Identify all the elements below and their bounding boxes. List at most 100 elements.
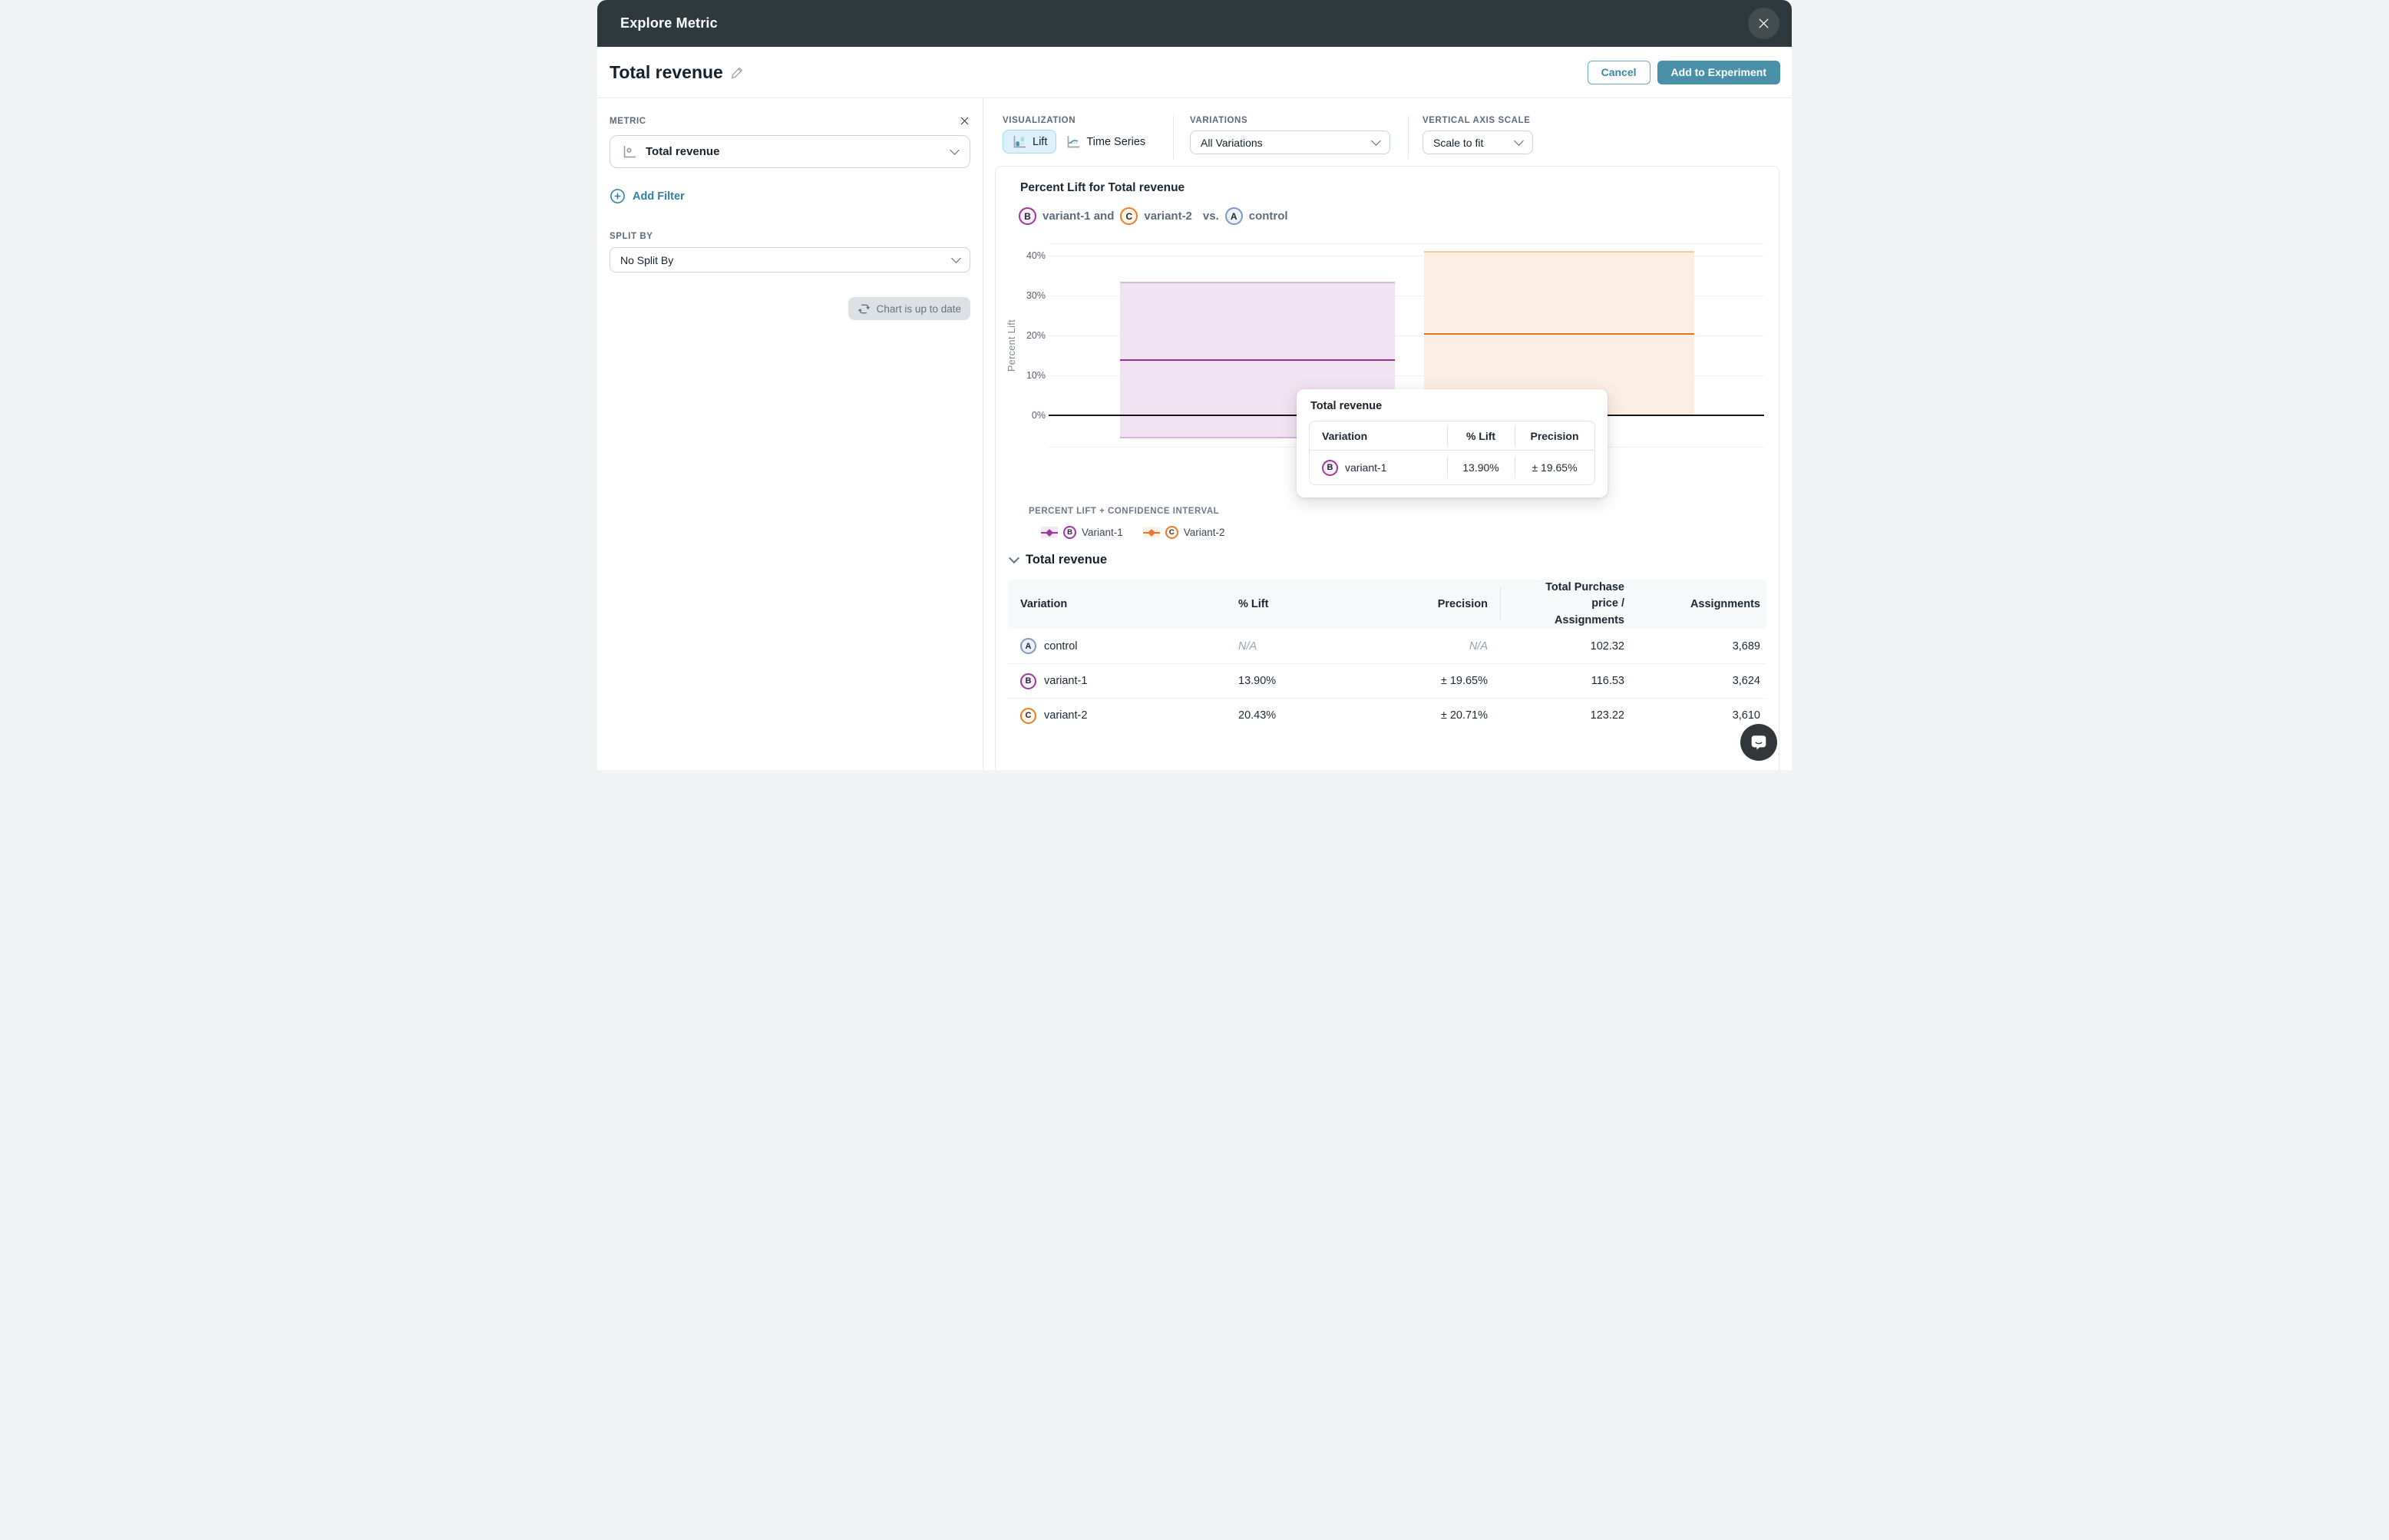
chart-status-label: Chart is up to date — [877, 303, 961, 315]
pencil-icon — [730, 65, 745, 80]
time-series-chart-icon — [1066, 134, 1081, 150]
metric-section-label: METRIC — [610, 117, 646, 126]
tooltip-col-variation: Variation — [1310, 430, 1447, 442]
chevron-down-icon — [1514, 136, 1524, 146]
col-value: Total Purchase price / Assignments — [1500, 580, 1637, 628]
ci-swatch-orange-icon — [1143, 527, 1160, 538]
subtitle-text: control — [1249, 210, 1288, 223]
chart-panel: VISUALIZATION Lift Time Seri — [983, 98, 1792, 770]
refresh-icon — [857, 302, 871, 316]
chevron-down-icon — [1009, 553, 1019, 563]
assignments-value: 3,624 — [1637, 675, 1766, 687]
variant-b-badge: B — [1020, 673, 1036, 689]
legend-item-variant-2[interactable]: C Variant-2 — [1143, 526, 1225, 539]
edit-metric-name-button[interactable] — [730, 65, 745, 80]
metric-icon — [622, 144, 637, 160]
table-row-variant-2: C variant-2 20.43% ± 20.71% 123.22 3,610 — [1008, 698, 1766, 732]
results-section-title: Total revenue — [1026, 553, 1107, 567]
precision-value: ± 20.71% — [1364, 709, 1500, 722]
results-table-header: Variation % Lift Precision Total Purchas… — [1008, 580, 1766, 629]
tooltip-title: Total revenue — [1310, 400, 1595, 412]
modal-title: Explore Metric — [620, 15, 718, 31]
add-filter-button[interactable]: Add Filter — [610, 188, 685, 204]
variant-c-badge: C — [1120, 207, 1138, 225]
col-lift: % Lift — [1226, 598, 1364, 610]
split-by-select[interactable]: No Split By — [610, 247, 970, 273]
ci-legend-title: PERCENT LIFT + CONFIDENCE INTERVAL — [1029, 507, 1219, 516]
chart-tooltip: Total revenue Variation % Lift Precision… — [1297, 389, 1608, 497]
plot-top-border — [1049, 243, 1764, 244]
lift-value: 13.90% — [1226, 675, 1364, 687]
chart-subtitle: B variant-1 and C variant-2 vs. A contro… — [1019, 207, 1288, 225]
modal-close-button[interactable] — [1748, 8, 1779, 39]
purchase-price-value: 102.32 — [1500, 640, 1637, 653]
metric-select[interactable]: Total revenue — [610, 135, 970, 168]
variation-name: variant-1 — [1044, 675, 1087, 687]
page-title: Total revenue — [610, 62, 723, 83]
tooltip-table: Variation % Lift Precision B variant-1 1… — [1309, 421, 1595, 485]
legend-label: Variant-1 — [1082, 527, 1123, 538]
lift-line-variant-2[interactable] — [1424, 333, 1693, 335]
col-precision: Precision — [1364, 598, 1500, 610]
variant-c-badge: C — [1020, 708, 1036, 724]
chevron-down-icon — [951, 253, 961, 263]
variant-b-badge: B — [1322, 460, 1338, 476]
chart-title: Percent Lift for Total revenue — [1020, 181, 1185, 195]
y-tick-label: 20% — [1026, 330, 1046, 341]
variations-label: VARIATIONS — [1190, 116, 1408, 125]
close-icon — [1756, 16, 1771, 31]
subtitle-text: vs. — [1203, 210, 1219, 223]
title-bar: Total revenue Cancel Add to Experiment — [597, 47, 1792, 98]
lift-value: 20.43% — [1226, 709, 1364, 722]
time-series-toggle-label: Time Series — [1086, 136, 1145, 148]
variant-b-badge: B — [1063, 526, 1076, 539]
table-row-variant-1: B variant-1 13.90% ± 19.65% 116.53 3,624 — [1008, 663, 1766, 698]
col-assignments: Assignments — [1637, 598, 1766, 610]
y-axis-ticks: 40%30%20%10%0% — [1010, 243, 1046, 447]
purchase-price-value: 123.22 — [1500, 709, 1637, 722]
results-table: Variation % Lift Precision Total Purchas… — [1008, 580, 1766, 732]
assignments-value: 3,689 — [1637, 640, 1766, 653]
plus-circle-icon — [610, 188, 626, 204]
cancel-button[interactable]: Cancel — [1588, 61, 1650, 84]
variant-b-badge: B — [1019, 207, 1036, 225]
legend-item-variant-1[interactable]: B Variant-1 — [1041, 526, 1123, 539]
remove-metric-button[interactable] — [959, 115, 970, 127]
add-to-experiment-button[interactable]: Add to Experiment — [1657, 61, 1780, 84]
metric-select-value: Total revenue — [646, 145, 719, 158]
tooltip-col-lift: % Lift — [1447, 430, 1515, 442]
table-row-control: A control N/A N/A 102.32 3,689 — [1008, 629, 1766, 663]
metric-config-panel: METRIC Total revenue Add Fi — [597, 98, 983, 770]
split-by-value: No Split By — [620, 254, 673, 266]
precision-value: N/A — [1364, 640, 1500, 653]
subtitle-text: variant-2 — [1144, 210, 1192, 223]
variation-name: control — [1044, 640, 1078, 653]
results-section-toggle[interactable]: Total revenue — [1010, 553, 1107, 567]
split-by-section-label: SPLIT BY — [610, 232, 970, 241]
y-tick-label: 40% — [1026, 250, 1046, 261]
lift-value: N/A — [1226, 640, 1364, 653]
variations-select[interactable]: All Variations — [1190, 131, 1390, 154]
purchase-price-value: 116.53 — [1500, 675, 1637, 687]
ci-legend: B Variant-1 C Variant-2 — [1041, 526, 1225, 539]
lift-toggle[interactable]: Lift — [1003, 130, 1056, 154]
axis-scale-select-value: Scale to fit — [1433, 137, 1483, 149]
tooltip-precision-value: ± 19.65% — [1515, 461, 1594, 474]
axis-scale-select[interactable]: Scale to fit — [1422, 131, 1533, 154]
assignments-value: 3,610 — [1637, 709, 1766, 722]
lift-chart-card: Percent Lift for Total revenue B variant… — [995, 166, 1779, 770]
tooltip-lift-value: 13.90% — [1447, 461, 1515, 474]
visualization-label: VISUALIZATION — [1003, 116, 1173, 125]
chart-controls: VISUALIZATION Lift Time Seri — [983, 98, 1792, 166]
control-a-badge: A — [1020, 638, 1036, 654]
time-series-toggle[interactable]: Time Series — [1066, 130, 1145, 154]
tooltip-col-precision: Precision — [1515, 430, 1594, 442]
close-icon — [959, 115, 970, 127]
variation-name: variant-2 — [1044, 709, 1087, 722]
col-variation: Variation — [1008, 598, 1226, 610]
subtitle-text: variant-1 and — [1043, 210, 1114, 223]
support-chat-button[interactable] — [1740, 724, 1777, 761]
tooltip-variation-name: variant-1 — [1345, 461, 1386, 474]
lift-line-variant-1[interactable] — [1120, 359, 1395, 362]
precision-value: ± 19.65% — [1364, 675, 1500, 687]
